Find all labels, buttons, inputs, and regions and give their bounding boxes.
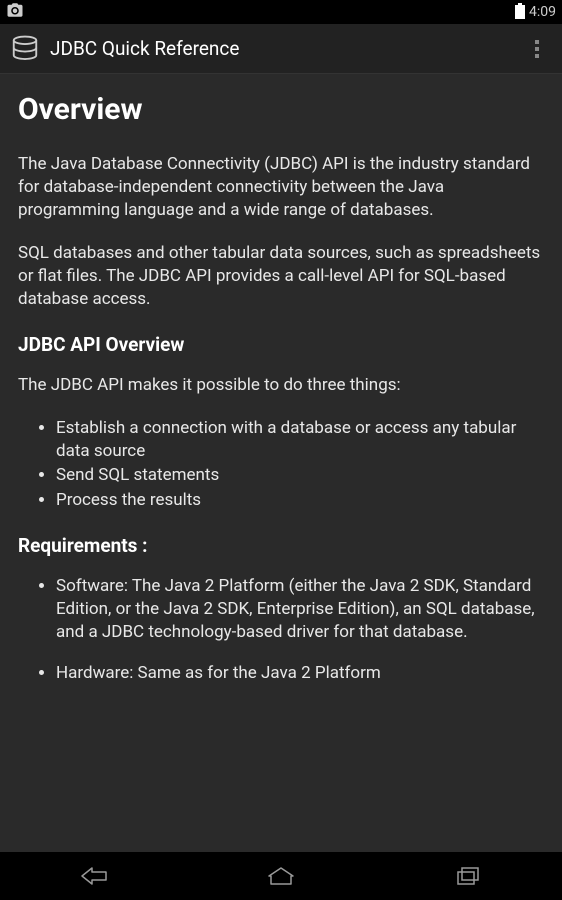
recent-apps-button[interactable] xyxy=(428,852,508,900)
app-title: JDBC Quick Reference xyxy=(50,37,522,60)
overflow-menu-button[interactable] xyxy=(522,34,552,64)
list-item: Software: The Java 2 Platform (either th… xyxy=(56,575,544,644)
battery-icon xyxy=(515,5,525,19)
page-heading: Overview xyxy=(18,92,544,127)
status-bar: 4:09 xyxy=(0,0,562,24)
clock-text: 4:09 xyxy=(529,4,556,20)
paragraph: SQL databases and other tabular data sou… xyxy=(18,242,544,311)
database-icon xyxy=(10,34,40,64)
paragraph: The JDBC API makes it possible to do thr… xyxy=(18,374,544,397)
status-right: 4:09 xyxy=(515,4,556,20)
bullet-list: Software: The Java 2 Platform (either th… xyxy=(18,575,544,685)
list-item: Process the results xyxy=(56,489,544,512)
navigation-bar xyxy=(0,852,562,900)
subheading: Requirements : xyxy=(18,534,544,557)
list-item: Establish a connection with a database o… xyxy=(56,417,544,463)
camera-icon xyxy=(6,1,24,23)
subheading: JDBC API Overview xyxy=(18,333,544,356)
list-item: Send SQL statements xyxy=(56,464,544,487)
back-button[interactable] xyxy=(54,852,134,900)
content-area[interactable]: Overview The Java Database Connectivity … xyxy=(0,74,562,852)
home-button[interactable] xyxy=(241,852,321,900)
bullet-list: Establish a connection with a database o… xyxy=(18,417,544,513)
paragraph: The Java Database Connectivity (JDBC) AP… xyxy=(18,153,544,222)
list-item: Hardware: Same as for the Java 2 Platfor… xyxy=(56,662,544,685)
status-left xyxy=(6,1,24,23)
action-bar: JDBC Quick Reference xyxy=(0,24,562,74)
